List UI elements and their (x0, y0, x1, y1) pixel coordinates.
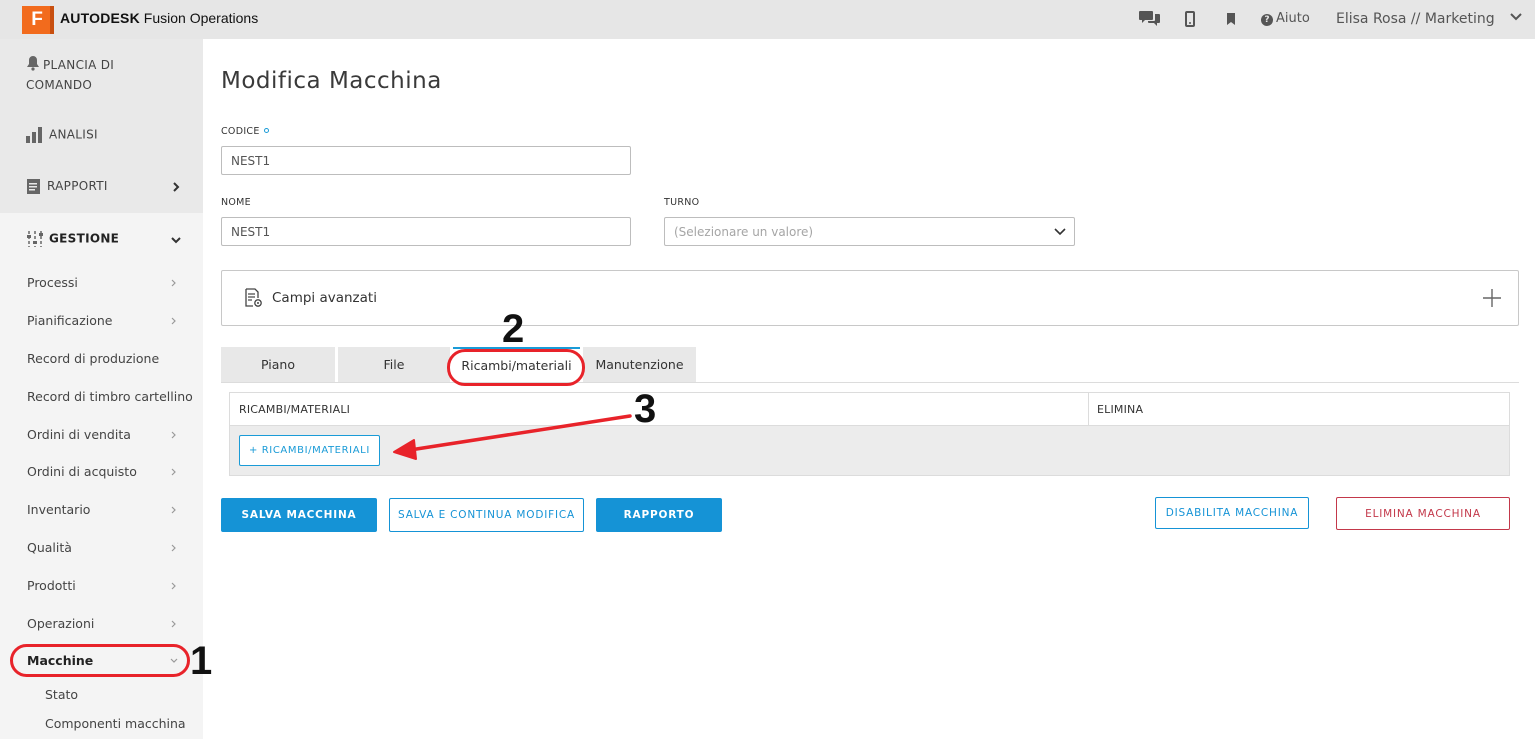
sidebar-item-production-records[interactable]: Record di produzione (27, 351, 159, 366)
sliders-icon (27, 231, 43, 247)
delete-machine-button[interactable]: ELIMINA MACCHINA (1336, 497, 1510, 530)
chevron-right-icon (171, 317, 176, 325)
bell-icon (27, 56, 39, 71)
dashboard-label-1: PLANCIA DI (43, 58, 115, 72)
codice-label: CODICE (221, 126, 269, 137)
mobile-icon[interactable] (1185, 11, 1195, 27)
codice-input[interactable]: NEST1 (221, 146, 631, 175)
tab-files[interactable]: File (338, 347, 450, 382)
annotation-step-2: 2 (502, 307, 525, 351)
chat-icon[interactable] (1139, 9, 1161, 27)
question-icon: ? (1261, 14, 1273, 26)
chevron-down-icon (1054, 228, 1066, 236)
reports-label: RAPPORTI (47, 179, 108, 193)
codice-label-text: CODICE (221, 126, 260, 137)
analysis-label: ANALISI (49, 127, 98, 142)
sidebar-section-analysis[interactable]: ANALISI (26, 127, 98, 143)
sidebar: PLANCIA DI COMANDO ANALISI RAPPORTI GEST… (0, 39, 203, 739)
top-bar: F AUTODESK Fusion Operations ? Aiuto Elis… (0, 0, 1535, 39)
plus-icon[interactable] (1482, 288, 1502, 308)
column-divider (1088, 393, 1089, 426)
annotation-step-1: 1 (190, 639, 213, 683)
report-button[interactable]: RAPPORTO (596, 498, 722, 532)
sidebar-item-operations[interactable]: Operazioni (27, 616, 94, 631)
tab-plan[interactable]: Piano (221, 347, 335, 382)
sidebar-item-sales-orders[interactable]: Ordini di vendita (27, 427, 131, 442)
advanced-fields-label: Campi avanzati (272, 290, 377, 306)
turno-label: TURNO (664, 197, 700, 208)
sidebar-subitem-machine-components[interactable]: Componenti macchina (45, 716, 186, 731)
chevron-right-icon (171, 506, 176, 514)
turno-placeholder: (Selezionare un valore) (674, 225, 814, 239)
required-dot-icon (263, 128, 269, 133)
chevron-right-icon[interactable] (171, 182, 181, 192)
chevron-down-icon[interactable] (171, 235, 181, 245)
sidebar-item-quality[interactable]: Qualità (27, 540, 72, 555)
chevron-right-icon (171, 468, 176, 476)
column-header-spare-parts: RICAMBI/MATERIALI (239, 403, 351, 416)
bookmark-icon[interactable] (1226, 12, 1236, 26)
sidebar-item-timeclock-records[interactable]: Record di timbro cartellino (27, 389, 193, 404)
sidebar-section-dashboard[interactable]: PLANCIA DI COMANDO (26, 55, 114, 95)
turno-select[interactable]: (Selezionare un valore) (664, 217, 1075, 246)
help-label: Aiuto (1276, 11, 1310, 26)
dashboard-label-2: COMANDO (26, 78, 93, 92)
add-spare-part-button[interactable]: + RICAMBI/MATERIALI (239, 435, 380, 466)
chevron-right-icon (171, 620, 176, 628)
chevron-right-icon (171, 544, 176, 552)
chevron-right-icon (171, 431, 176, 439)
chevron-right-icon (171, 582, 176, 590)
fusion-logo[interactable]: F (22, 6, 54, 34)
save-continue-button[interactable]: SALVA E CONTINUA MODIFICA (389, 498, 584, 532)
table-header: RICAMBI/MATERIALI ELIMINA (230, 393, 1509, 426)
settings-document-icon (245, 288, 262, 307)
annotation-step-3: 3 (634, 387, 657, 431)
sidebar-section-management[interactable]: GESTIONE (26, 230, 119, 248)
tab-maintenance[interactable]: Manutenzione (583, 347, 696, 382)
sidebar-item-planning[interactable]: Pianificazione (27, 313, 113, 328)
sidebar-subitem-status[interactable]: Stato (45, 687, 78, 702)
chevron-right-icon (171, 279, 176, 287)
help-link[interactable]: ? Aiuto (1261, 11, 1310, 26)
bar-chart-icon (26, 127, 42, 143)
management-label: GESTIONE (49, 231, 120, 246)
nome-input[interactable]: NEST1 (221, 217, 631, 246)
spare-parts-table: RICAMBI/MATERIALI ELIMINA + RICAMBI/MATE… (229, 392, 1510, 476)
column-header-delete: ELIMINA (1097, 403, 1144, 416)
brand-rest: Fusion Operations (139, 10, 259, 26)
brand-name: AUTODESK Fusion Operations (60, 10, 258, 26)
sidebar-item-inventory[interactable]: Inventario (27, 502, 90, 517)
chevron-down-icon[interactable] (1510, 11, 1522, 23)
sidebar-item-products[interactable]: Prodotti (27, 578, 76, 593)
tabs-divider (221, 382, 1519, 383)
advanced-fields-panel[interactable]: Campi avanzati (221, 270, 1519, 326)
sidebar-section-reports[interactable]: RAPPORTI (26, 178, 108, 195)
sidebar-item-purchase-orders[interactable]: Ordini di acquisto (27, 464, 137, 479)
sidebar-item-processes[interactable]: Processi (27, 275, 78, 290)
nome-label: NOME (221, 197, 251, 208)
disable-machine-button[interactable]: DISABILITA MACCHINA (1155, 497, 1309, 529)
brand-bold: AUTODESK (60, 10, 140, 26)
page-title: Modifica Macchina (221, 68, 442, 94)
user-menu[interactable]: Elisa Rosa // Marketing (1336, 11, 1495, 27)
report-icon (27, 179, 40, 194)
annotation-highlight-machines (10, 644, 190, 677)
annotation-highlight-tab (447, 349, 585, 386)
save-machine-button[interactable]: SALVA MACCHINA (221, 498, 377, 532)
